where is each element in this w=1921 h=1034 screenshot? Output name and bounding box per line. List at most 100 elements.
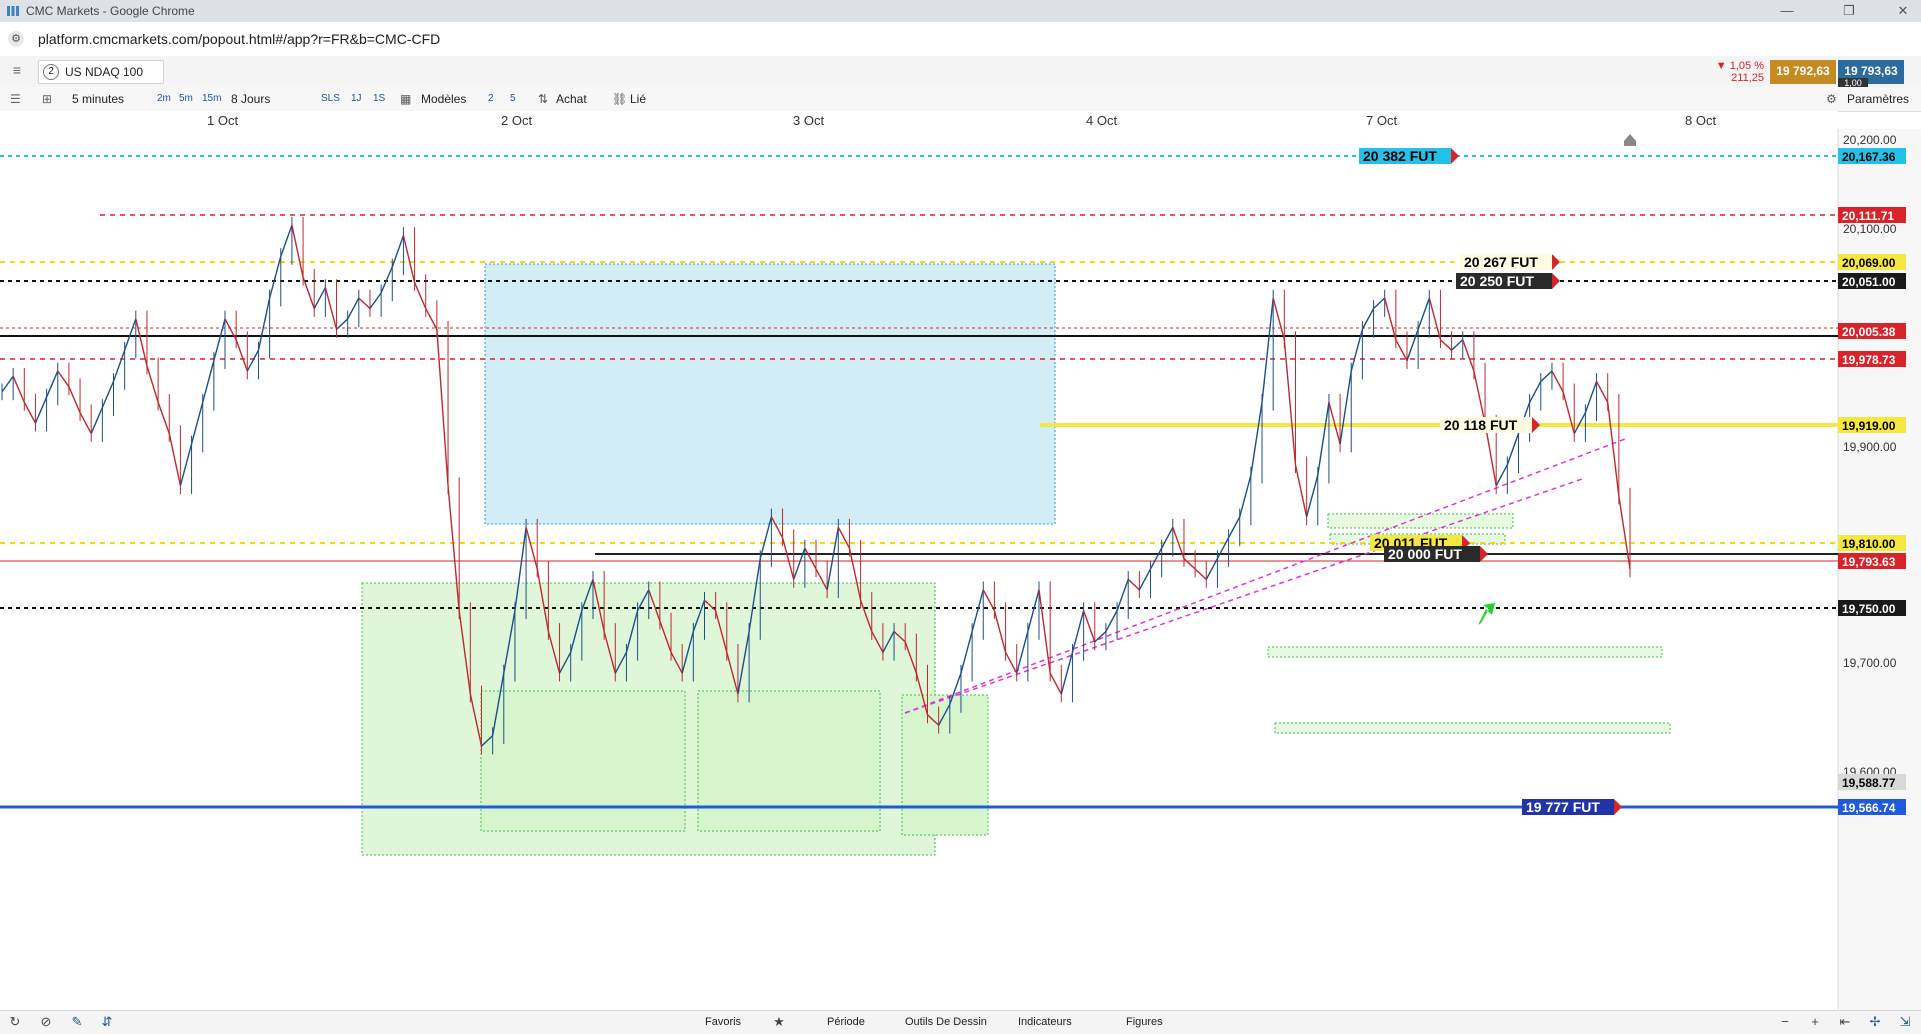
url-text[interactable]: platform.cmcmarkets.com/popout.html#/app…	[38, 31, 440, 47]
futures-tag-text: 19 777 FUT	[1526, 799, 1600, 815]
zone-box	[484, 263, 1056, 525]
price-tag: 20,111.71	[1838, 207, 1906, 223]
price-tag: 19,919.00	[1838, 417, 1906, 433]
templates-button[interactable]: Modèles	[421, 91, 466, 107]
star-icon[interactable]: ★	[770, 1014, 788, 1030]
futures-tag-text: 20 250 FUT	[1460, 273, 1534, 289]
favorites-button[interactable]: Favoris	[705, 1016, 741, 1028]
price-tag-label: 20,167.36	[1842, 150, 1896, 164]
layout-5-button[interactable]: 5	[510, 91, 516, 107]
price-tag: 19,810.00	[1838, 535, 1906, 551]
price-tag-label: 19,810.00	[1842, 537, 1896, 551]
price-tag-label: 19,750.00	[1842, 602, 1896, 616]
price-tick: 20,100.00	[1843, 222, 1897, 236]
price-chart[interactable]: 20 382 FUT 20 267 FUT 20 250 FUT 20 118 …	[0, 129, 1921, 1010]
price-tag-label: 19,588.77	[1842, 776, 1896, 790]
period-select[interactable]: 8 Jours	[231, 91, 270, 107]
minimize-icon[interactable]: —	[1776, 2, 1798, 20]
period-1j[interactable]: 1J	[351, 91, 362, 107]
futures-tag-text: 20 382 FUT	[1363, 148, 1437, 164]
price-tag-label: 20,005.38	[1842, 325, 1896, 339]
price-tag: 19,566.74	[1838, 799, 1906, 815]
price-tag: 20,167.36	[1838, 148, 1906, 164]
price-tag-label: 19,566.74	[1842, 801, 1896, 815]
date-label: 7 Oct	[1366, 113, 1398, 128]
link-icon[interactable]: ⛓	[612, 91, 627, 107]
restore-icon[interactable]: ❐	[1838, 2, 1860, 20]
trade-icon[interactable]: ⇅	[538, 91, 548, 107]
refresh-icon[interactable]: ↻	[6, 1014, 24, 1030]
pencil-icon[interactable]: ✎	[68, 1014, 86, 1030]
price-tag: 20,069.00	[1838, 254, 1906, 270]
zoom-in-icon[interactable]: +	[1806, 1014, 1824, 1030]
shapes-button[interactable]: Figures	[1126, 1016, 1163, 1028]
date-label: 8 Oct	[1685, 113, 1717, 128]
price-tag: 19,588.77	[1838, 774, 1906, 790]
date-axis: 1 Oct 2 Oct 3 Oct 4 Oct 7 Oct 8 Oct	[0, 111, 1838, 129]
period-button[interactable]: Période	[827, 1016, 865, 1028]
futures-tag-text: 20 118 FUT	[1444, 417, 1518, 433]
address-bar[interactable]: ⚙ platform.cmcmarkets.com/popout.html#/a…	[0, 22, 1921, 57]
futures-tag: 20 000 FUT	[1384, 546, 1488, 562]
price-change: ▼ 1,05 % 211,25	[1708, 60, 1764, 84]
drawing-tools-button[interactable]: Outils De Dessin	[905, 1016, 987, 1028]
close-icon[interactable]: ✕	[1892, 2, 1914, 20]
price-change-points: 211,25	[1731, 72, 1764, 84]
fit-icon[interactable]: ✢	[1866, 1014, 1884, 1030]
date-label: 2 Oct	[501, 113, 533, 128]
period-1s[interactable]: 1S	[373, 91, 385, 107]
settings-button[interactable]: Paramètres	[1847, 91, 1909, 107]
delete-drawings-icon[interactable]: ⊘	[37, 1014, 55, 1030]
scroll-left-icon[interactable]: ⇤	[1836, 1014, 1854, 1030]
price-tag: 20,051.00	[1838, 273, 1906, 289]
instrument-header: ≡ 2 US NDAQ 100 ▼ 1,05 % 211,25 19 792,6…	[0, 56, 1921, 88]
price-tag-label: 19,793.63	[1842, 555, 1896, 569]
menu-icon[interactable]: ≡	[6, 62, 28, 82]
zone-box	[901, 694, 989, 836]
price-tag-label: 20,111.71	[1842, 209, 1894, 223]
price-tick: 19,700.00	[1843, 656, 1897, 670]
layout-2-button[interactable]: 2	[488, 91, 494, 107]
price-change-percent: ▼ 1,05 %	[1715, 60, 1764, 72]
futures-tag-text: 20 000 FUT	[1388, 546, 1462, 562]
zone-box	[480, 690, 686, 832]
chart-list-icon[interactable]: ☰	[10, 91, 26, 107]
price-tag-label: 19,919.00	[1842, 419, 1896, 433]
buy-button[interactable]: Achat	[556, 91, 587, 107]
indicators-button[interactable]: Indicateurs	[1018, 1016, 1072, 1028]
cmc-logo-icon	[7, 6, 19, 16]
instrument-name: US NDAQ 100	[65, 65, 144, 79]
crosshair-icon[interactable]: ⇵	[98, 1014, 116, 1030]
timeframe-2m[interactable]: 2m	[157, 91, 171, 107]
zone-box	[1267, 646, 1663, 658]
date-label: 1 Oct	[207, 113, 239, 128]
price-tag-label: 20,069.00	[1842, 256, 1896, 270]
scale-icon[interactable]: ⇲	[1896, 1014, 1914, 1030]
timeframe-15m[interactable]: 15m	[202, 91, 221, 107]
date-label: 4 Oct	[1086, 113, 1118, 128]
linked-button[interactable]: Lié	[630, 91, 646, 107]
price-tag-label: 19,978.73	[1842, 353, 1896, 367]
zoom-out-icon[interactable]: −	[1776, 1014, 1794, 1030]
futures-tag: 20 250 FUT	[1456, 273, 1560, 289]
futures-tag: 20 382 FUT	[1359, 148, 1459, 164]
site-settings-icon[interactable]: ⚙	[8, 31, 24, 47]
timeframe-5m[interactable]: 5m	[179, 91, 193, 107]
templates-icon[interactable]: ▦	[400, 91, 411, 107]
futures-tag: 20 267 FUT	[1460, 254, 1560, 270]
instrument-selector[interactable]: 2 US NDAQ 100	[38, 60, 164, 84]
zone-box	[697, 690, 881, 832]
window-title: CMC Markets - Google Chrome	[26, 4, 195, 18]
settings-icon[interactable]: ⚙	[1826, 91, 1837, 107]
futures-tag: 19 777 FUT	[1522, 799, 1622, 815]
chart-toolbar: ☰ ⊞ 5 minutes 2m 5m 15m 8 Jours SLS 1J 1…	[0, 87, 1921, 112]
layout-grid-icon[interactable]: ⊞	[42, 91, 58, 107]
timeframe-select[interactable]: 5 minutes	[72, 91, 152, 107]
period-sls[interactable]: SLS	[321, 91, 340, 107]
futures-tag: 20 118 FUT	[1440, 417, 1540, 433]
price-tag: 19,750.00	[1838, 600, 1906, 616]
sell-price-button[interactable]: 19 792,63	[1770, 60, 1836, 84]
date-label: 3 Oct	[793, 113, 825, 128]
price-tick: 20,200.00	[1843, 133, 1897, 147]
price-tag: 20,005.38	[1838, 323, 1906, 339]
